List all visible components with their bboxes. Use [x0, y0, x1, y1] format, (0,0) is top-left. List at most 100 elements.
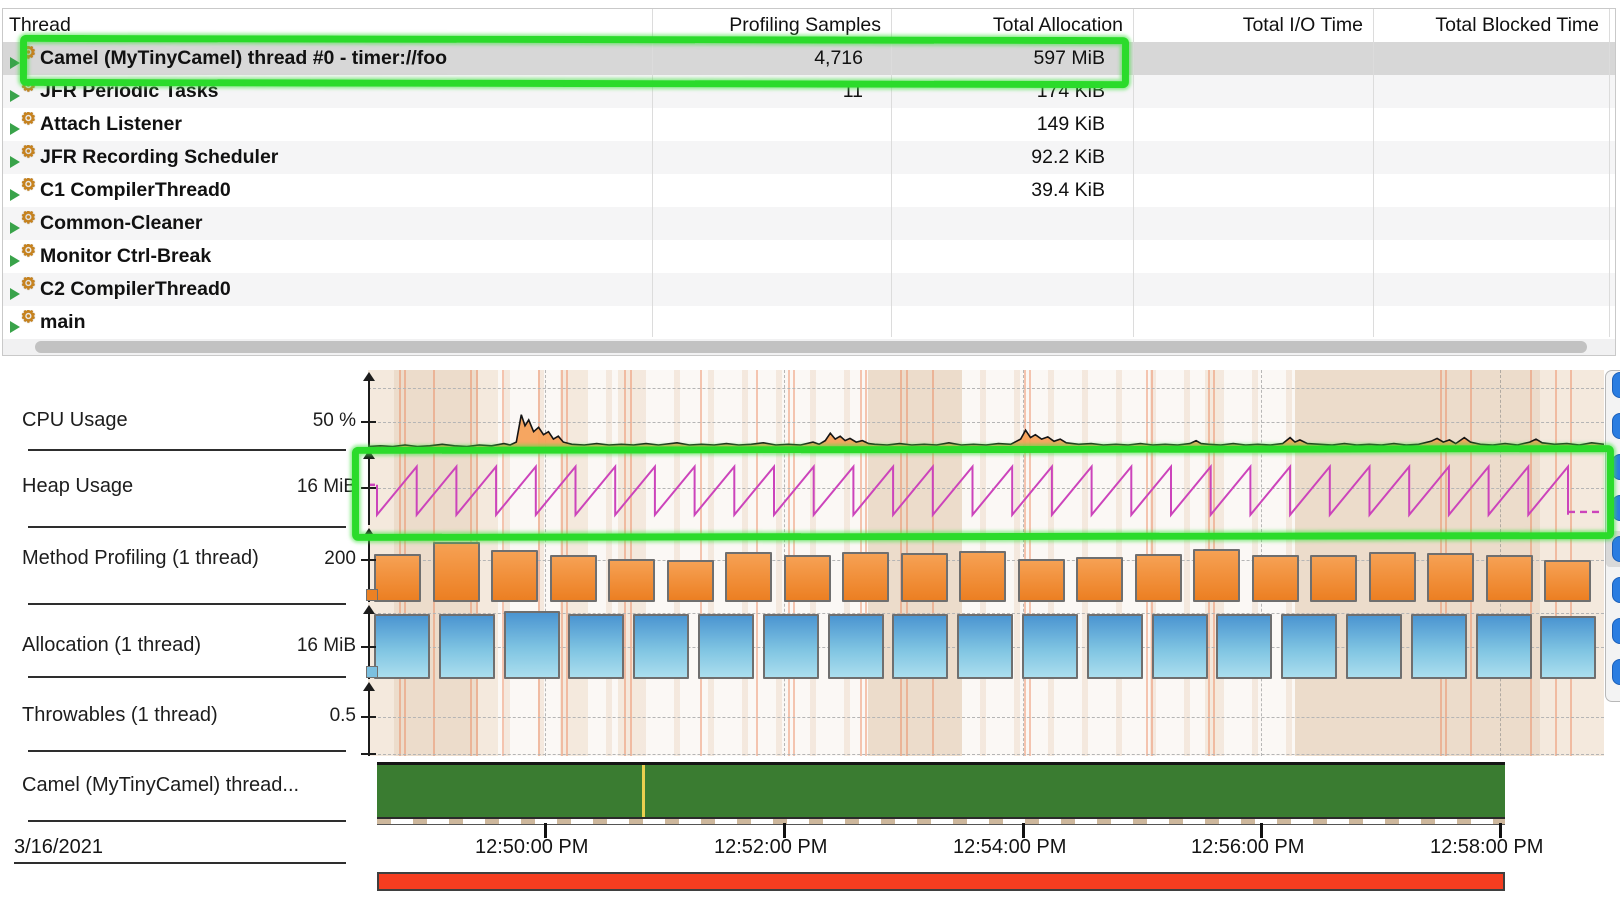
column-divider[interactable]	[1133, 9, 1134, 337]
method-bar	[1252, 555, 1299, 603]
column-header-total-allocation[interactable]: Total Allocation	[891, 9, 1133, 41]
heap-sawtooth-svg	[368, 452, 1604, 525]
axis-arrow-throwables	[363, 682, 375, 691]
column-divider[interactable]	[891, 9, 892, 337]
axis-tick-throwables	[361, 716, 376, 718]
alloc-bar	[957, 614, 1013, 680]
alloc-bar	[1476, 614, 1532, 679]
label-separator	[28, 526, 346, 528]
timeline-range-scrollbar[interactable]	[377, 872, 1505, 891]
column-divider[interactable]	[652, 9, 653, 337]
method-bar	[1310, 555, 1357, 603]
thread-icon: ⚙	[9, 178, 36, 204]
thread-name-cell: ⚙Camel (MyTinyCamel) thread #0 - timer:/…	[3, 46, 652, 72]
zoom-toolbar-button[interactable]	[1612, 577, 1620, 603]
thread-name: C1 CompilerThread0	[40, 179, 231, 202]
method-chart[interactable]	[368, 530, 1604, 602]
alloc-bar	[1216, 614, 1272, 679]
thread-icon: ⚙	[9, 244, 36, 270]
heap-usage-chart[interactable]	[368, 452, 1604, 525]
column-header-total-io-time[interactable]: Total I/O Time	[1133, 9, 1373, 41]
alloc-chart[interactable]	[368, 607, 1604, 679]
alloc-legend-square	[366, 666, 378, 678]
thread-name: JFR Recording Scheduler	[40, 146, 278, 169]
method-bar	[1135, 554, 1182, 602]
label-separator	[14, 862, 346, 864]
column-divider[interactable]	[1373, 9, 1374, 337]
lane-label-thread: Camel (MyTinyCamel) thread...	[22, 774, 299, 797]
column-header-profiling-samples[interactable]: Profiling Samples	[652, 9, 891, 41]
method-bar	[725, 552, 772, 602]
gear-icon: ⚙	[21, 46, 36, 63]
cpu-usage-chart[interactable]	[368, 374, 1604, 448]
thread-name-cell: ⚙Monitor Ctrl-Break	[3, 244, 652, 270]
lane-label-heap: Heap Usage	[22, 475, 133, 498]
zoom-toolbar-button[interactable]	[1612, 413, 1620, 439]
thread-name: C2 CompilerThread0	[40, 278, 231, 301]
column-divider[interactable]	[1609, 9, 1610, 337]
alloc-bar	[633, 614, 689, 680]
axis-line-throwables	[368, 691, 370, 756]
method-bar	[959, 551, 1006, 602]
method-bar	[1544, 560, 1591, 603]
alloc-bar	[892, 614, 948, 679]
method-bar	[608, 559, 655, 602]
gear-icon: ⚙	[21, 112, 36, 129]
axis-tick-method	[361, 559, 376, 561]
lane-label-alloc: Allocation (1 thread)	[22, 634, 201, 657]
profiling-samples-cell: 11	[652, 80, 891, 103]
thread-name: Attach Listener	[40, 113, 182, 136]
horizontal-gridline	[368, 717, 1604, 718]
thread-name-cell: ⚙JFR Periodic Tasks	[3, 79, 652, 105]
time-axis-tick	[544, 823, 547, 838]
method-bar	[784, 555, 831, 603]
jfr-threads-view: Thread Profiling Samples Total Allocatio…	[0, 0, 1620, 904]
method-bar	[1486, 555, 1533, 603]
total-allocation-cell: 149 KiB	[891, 113, 1133, 136]
zoom-toolbar-button[interactable]	[1612, 454, 1620, 480]
zoom-toolbar-button[interactable]	[1612, 495, 1620, 521]
alloc-bar	[1087, 614, 1143, 679]
alloc-bar	[1281, 614, 1337, 679]
thread-icon: ⚙	[9, 79, 36, 105]
profiling-samples-cell: 4,716	[652, 47, 891, 70]
time-axis-labels: 12:50:00 PM12:52:00 PM12:54:00 PM12:56:0…	[377, 836, 1547, 862]
method-bar	[433, 542, 480, 602]
thread-icon: ⚙	[9, 112, 36, 138]
zoom-toolbar-button[interactable]	[1612, 536, 1620, 562]
lane-ytick-alloc: 16 MiB	[240, 635, 356, 657]
label-separator	[28, 676, 346, 678]
lane-ytick-throwables: 0.5	[240, 705, 356, 727]
running-triangle-icon	[10, 222, 20, 234]
running-triangle-icon	[10, 255, 20, 267]
gear-icon: ⚙	[21, 244, 36, 261]
horizontal-scrollbar[interactable]	[3, 339, 1615, 355]
axis-arrow-cpu	[363, 372, 375, 381]
thread-icon: ⚙	[9, 211, 36, 237]
method-bar	[1018, 559, 1065, 602]
axis-tick-throwables-bottom	[361, 753, 376, 755]
zoom-toolbar-button[interactable]	[1612, 372, 1620, 398]
gear-icon: ⚙	[21, 79, 36, 96]
zoom-toolbar-button[interactable]	[1612, 659, 1620, 685]
lane-label-cpu: CPU Usage	[22, 409, 128, 432]
lane-label-method: Method Profiling (1 thread)	[22, 547, 259, 570]
running-triangle-icon	[10, 189, 20, 201]
thread-lifespan-bar[interactable]	[377, 762, 1505, 817]
time-axis-tick	[1022, 823, 1025, 838]
horizontal-scrollbar-thumb[interactable]	[35, 341, 1587, 353]
column-header-total-blocked-time[interactable]: Total Blocked Time	[1373, 9, 1609, 41]
alloc-bar	[439, 614, 495, 679]
total-allocation-cell: 597 MiB	[891, 47, 1133, 70]
thread-icon: ⚙	[9, 277, 36, 303]
thread-timeline-panel: CPU Usage50 %Heap Usage16 MiBMethod Prof…	[0, 358, 1620, 904]
column-header-thread[interactable]: Thread	[3, 9, 652, 41]
table-header: Thread Profiling Samples Total Allocatio…	[3, 9, 1609, 41]
running-triangle-icon	[10, 123, 20, 135]
alloc-bar	[1540, 616, 1596, 679]
alloc-bar	[828, 614, 884, 679]
thread-name: Monitor Ctrl-Break	[40, 245, 211, 268]
zoom-toolbar-button[interactable]	[1612, 618, 1620, 644]
thread-name-cell: ⚙C1 CompilerThread0	[3, 178, 652, 204]
alloc-bar	[1152, 614, 1208, 680]
